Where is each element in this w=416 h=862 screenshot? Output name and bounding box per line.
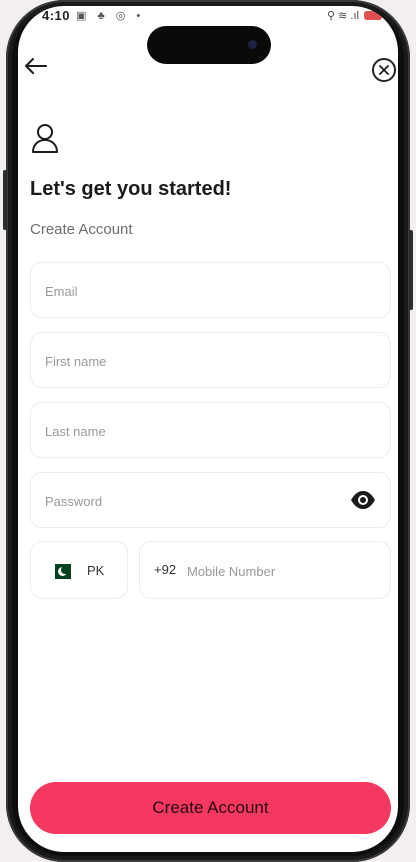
mobile-number-input[interactable]	[185, 542, 379, 600]
last-name-field[interactable]	[30, 402, 391, 459]
user-icon	[32, 124, 58, 153]
pakistan-flag-icon	[49, 564, 71, 579]
email-input[interactable]	[43, 263, 347, 319]
page-title: Let's get you started!	[30, 178, 232, 200]
password-field[interactable]	[30, 472, 391, 529]
side-button-volume	[3, 170, 7, 230]
eye-icon[interactable]	[350, 490, 376, 510]
first-name-field[interactable]	[30, 332, 391, 389]
country-code: PK	[87, 563, 105, 578]
signal-icons: ⚲ ≋ .ıl	[327, 10, 359, 22]
back-button[interactable]	[22, 52, 50, 80]
camera-icon	[248, 40, 257, 49]
password-input[interactable]	[43, 473, 347, 529]
last-name-input[interactable]	[43, 403, 347, 459]
country-picker[interactable]: PK	[30, 541, 128, 599]
mobile-number-field[interactable]: +92	[139, 541, 391, 600]
dynamic-island	[147, 26, 271, 64]
battery-icon	[364, 11, 382, 20]
system-icons: ⚲ ≋ .ıl	[327, 9, 382, 22]
notification-icons: ▣ ♣ ◎ •	[76, 10, 145, 22]
create-account-button[interactable]: Create Account	[30, 782, 391, 834]
first-name-input[interactable]	[43, 333, 347, 389]
dial-code: +92	[154, 562, 177, 577]
page-subtitle: Create Account	[30, 221, 133, 238]
status-time: 4:10	[42, 8, 71, 23]
side-button-power	[409, 230, 413, 310]
close-icon	[379, 65, 389, 75]
app-screen: 4:10 ▣ ♣ ◎ • ⚲ ≋ .ıl Let's get you start…	[18, 6, 398, 852]
close-button[interactable]	[372, 58, 396, 82]
email-field[interactable]	[30, 262, 391, 319]
arrow-left-icon	[25, 58, 47, 74]
